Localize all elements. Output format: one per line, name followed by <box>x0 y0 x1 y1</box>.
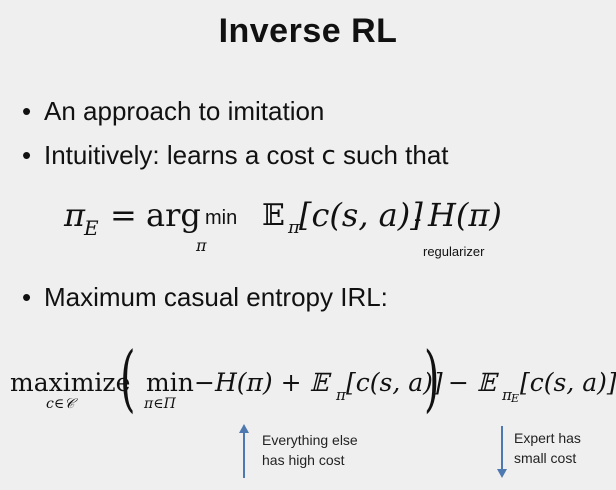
eq2-min-sub: π∈Π <box>144 396 176 412</box>
regularizer-label: regularizer <box>423 244 485 259</box>
bullet-text-var: c <box>321 141 336 171</box>
eq2-min: min <box>146 368 194 397</box>
bullet-text-suffix: such that <box>335 140 449 170</box>
down-arrow-icon <box>497 469 507 478</box>
eq2-maximize: maximize <box>10 368 131 397</box>
eq2-outer-subsub: E <box>511 392 520 405</box>
eq2-outer-expr: [c(s, a)] <box>520 368 616 397</box>
annotation-line: Expert has <box>514 430 581 446</box>
bullet-dot: • <box>22 140 32 170</box>
annotation-line: small cost <box>514 450 577 466</box>
annotation-line: has high cost <box>262 452 345 468</box>
eq1-arg: arg <box>146 196 201 234</box>
bullet-dot: • <box>22 96 32 126</box>
bullet-item-2: • Intuitively: learns a cost c such that <box>22 140 449 171</box>
eq1-lhs-sub: E <box>84 216 99 240</box>
bullet-item-3: • Maximum casual entropy IRL: <box>22 282 388 313</box>
bullet-dot: • <box>22 282 32 312</box>
annotation-line: Everything else <box>262 432 358 448</box>
eq1-expectation: 𝔼 <box>262 198 285 233</box>
eq2-maximize-sub: c∈𝒞 <box>46 396 75 412</box>
annotation-high-cost: Everything else has high cost <box>262 430 358 470</box>
eq1-min-sub: π <box>196 236 207 255</box>
eq1-min: min <box>205 207 238 229</box>
eq1-entropy: H(π) <box>428 196 502 234</box>
eq2-right-paren: ) <box>424 336 440 420</box>
eq2-inner-sub: π <box>336 386 346 404</box>
eq1-lhs: π <box>64 196 86 234</box>
annotation-small-cost: Expert has small cost <box>514 428 581 468</box>
eq1-minus: - <box>414 206 422 231</box>
eq2-inner: −H(π) + 𝔼 <box>194 368 329 397</box>
down-arrow-shaft <box>501 426 503 470</box>
bullet-text: Maximum casual entropy IRL: <box>44 282 388 312</box>
eq1-equals: = <box>110 196 137 234</box>
eq2-outer: − 𝔼 <box>448 368 496 397</box>
up-arrow-shaft <box>243 432 245 478</box>
slide-title: Inverse RL <box>218 12 398 50</box>
bullet-item-1: • An approach to imitation <box>22 96 324 127</box>
eq1-expr: [c(s, a)] <box>299 196 423 234</box>
bullet-text-prefix: Intuitively: learns a cost <box>44 140 322 170</box>
bullet-text: An approach to imitation <box>44 96 325 126</box>
eq2-left-paren: ( <box>120 336 136 420</box>
